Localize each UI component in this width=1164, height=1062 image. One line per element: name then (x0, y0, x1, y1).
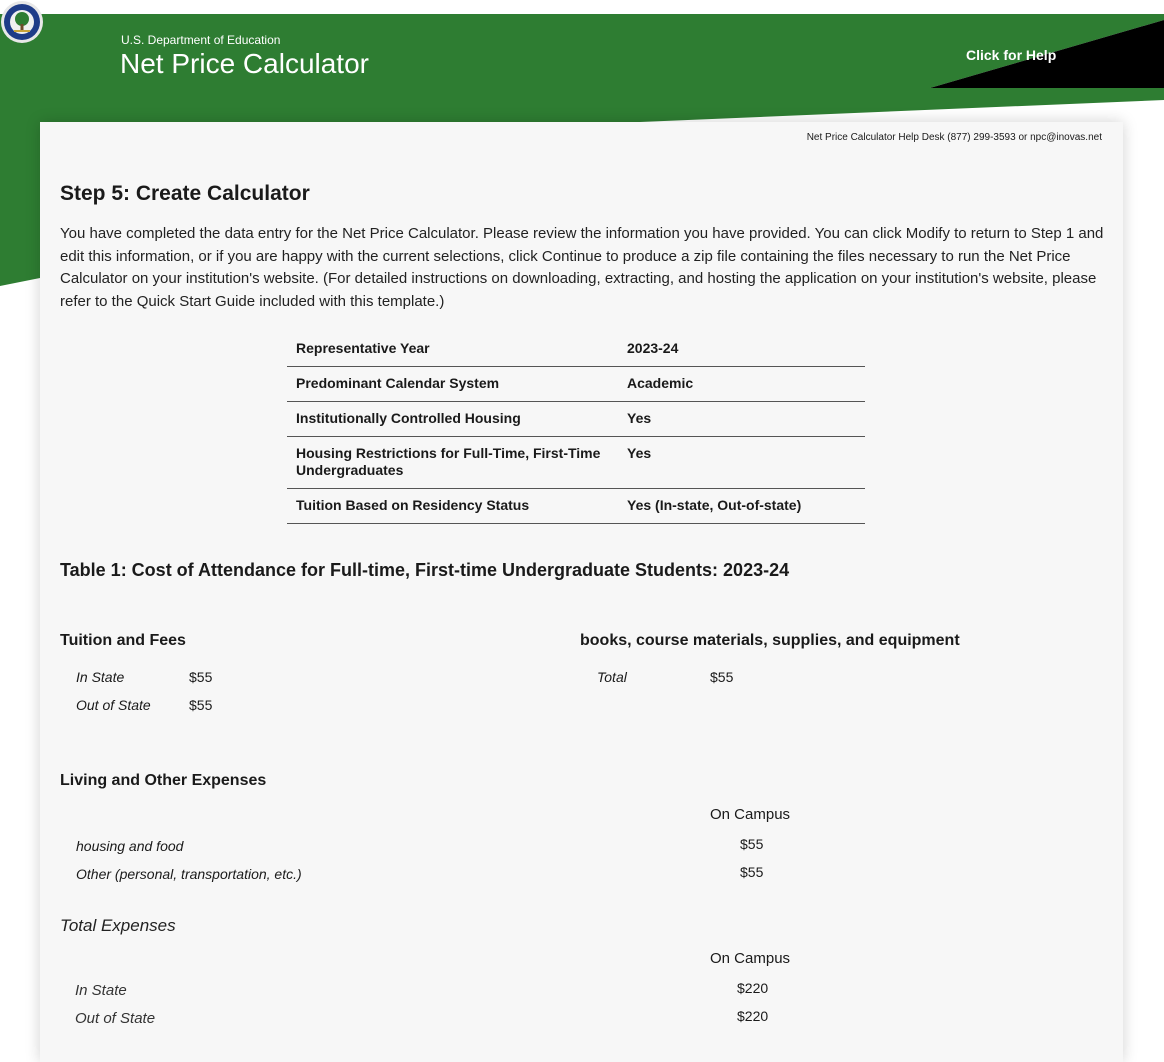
help-link[interactable]: Click for Help (966, 47, 1056, 63)
summary-value: Academic (618, 366, 865, 402)
summary-table: Representative Year 2023-24 Predominant … (287, 332, 865, 524)
living-column-header: On Campus (710, 806, 791, 823)
books-total-value: $55 (710, 669, 734, 685)
tuition-in-state-label: In State (76, 669, 125, 685)
table-title: Table 1: Cost of Attendance for Full-tim… (60, 560, 790, 580)
tuition-out-of-state-label: Out of State (76, 697, 151, 713)
summary-label: Representative Year (287, 332, 618, 367)
department-seal-icon (1, 1, 43, 43)
table-row: Institutionally Controlled Housing Yes (287, 401, 865, 437)
other-expenses-value: $55 (740, 864, 764, 880)
content-panel: Net Price Calculator Help Desk (877) 299… (40, 122, 1123, 1062)
tuition-in-state-value: $55 (189, 669, 213, 685)
housing-food-value: $55 (740, 836, 764, 852)
books-total-label: Total (597, 669, 627, 685)
total-out-of-state-value: $220 (737, 1008, 769, 1024)
table-row: Representative Year 2023-24 (287, 332, 865, 367)
total-in-state-value: $220 (737, 980, 769, 996)
total-expenses-heading: Total Expenses (60, 916, 176, 935)
summary-value: Yes (In-state, Out-of-state) (618, 488, 865, 524)
housing-food-label: housing and food (76, 838, 184, 854)
tuition-out-of-state-value: $55 (189, 697, 213, 713)
total-out-of-state-label: Out of State (75, 1010, 156, 1027)
agency-name: U.S. Department of Education (121, 33, 281, 47)
table-row: Housing Restrictions for Full-Time, Firs… (287, 436, 865, 489)
table-row: Predominant Calendar System Academic (287, 366, 865, 402)
summary-value: 2023-24 (618, 332, 865, 367)
summary-value: Yes (618, 436, 865, 489)
app-title: Net Price Calculator (120, 48, 369, 79)
summary-label: Predominant Calendar System (287, 366, 618, 402)
table-row: Tuition Based on Residency Status Yes (I… (287, 488, 865, 524)
helpdesk-contact: Net Price Calculator Help Desk (877) 299… (806, 132, 1102, 143)
tuition-heading: Tuition and Fees (60, 632, 186, 649)
summary-label: Institutionally Controlled Housing (287, 401, 618, 437)
total-in-state-label: In State (75, 982, 127, 999)
books-heading: books, course materials, supplies, and e… (580, 632, 960, 649)
total-column-header: On Campus (710, 950, 791, 967)
summary-value: Yes (618, 401, 865, 437)
page-title: Step 5: Create Calculator (60, 182, 310, 205)
living-heading: Living and Other Expenses (60, 772, 267, 789)
summary-label: Tuition Based on Residency Status (287, 488, 618, 524)
other-expenses-label: Other (personal, transportation, etc.) (76, 866, 302, 882)
summary-label: Housing Restrictions for Full-Time, Firs… (287, 436, 618, 489)
intro-text: You have completed the data entry for th… (60, 225, 1104, 310)
